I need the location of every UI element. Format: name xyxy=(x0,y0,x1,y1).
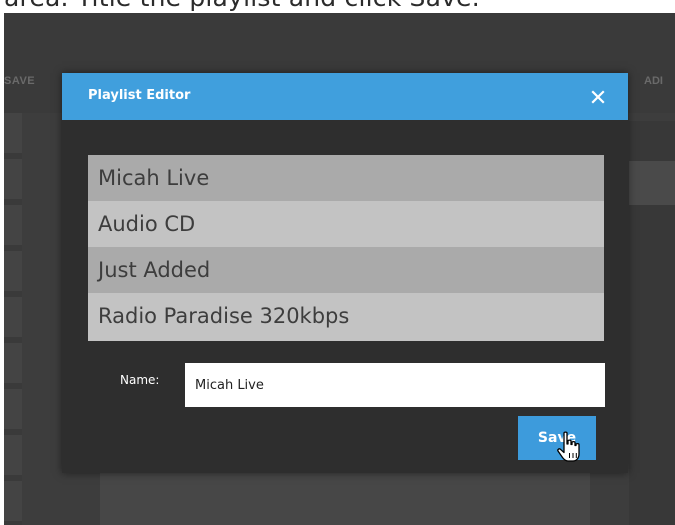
playlist-item[interactable]: Micah Live xyxy=(88,155,604,201)
background-bottom-panel xyxy=(100,473,590,525)
playlist-item[interactable]: Audio CD xyxy=(88,201,604,247)
name-label: Name: xyxy=(120,373,160,387)
save-button[interactable]: Save xyxy=(518,416,596,460)
dialog-header: Playlist Editor xyxy=(62,73,628,120)
background-add-label: ADI xyxy=(644,75,663,87)
background-right-cell xyxy=(629,161,675,205)
background-left-list xyxy=(4,113,22,525)
close-icon[interactable] xyxy=(584,83,612,111)
background-save-label: SAVE xyxy=(4,75,36,87)
playlist-item[interactable]: Just Added xyxy=(88,247,604,293)
playlist-list: Micah Live Audio CD Just Added Radio Par… xyxy=(88,155,604,341)
app-screen: SAVE ADI Playlist Editor Micah Live Audi… xyxy=(4,13,675,525)
instruction-caption: area. Title the playlist and click Save. xyxy=(4,0,480,12)
playlist-name-input[interactable] xyxy=(185,363,605,407)
playlist-item[interactable]: Radio Paradise 320kbps xyxy=(88,293,604,339)
dialog-title: Playlist Editor xyxy=(88,88,191,103)
playlist-editor-dialog: Playlist Editor Micah Live Audio CD Just… xyxy=(62,73,628,473)
